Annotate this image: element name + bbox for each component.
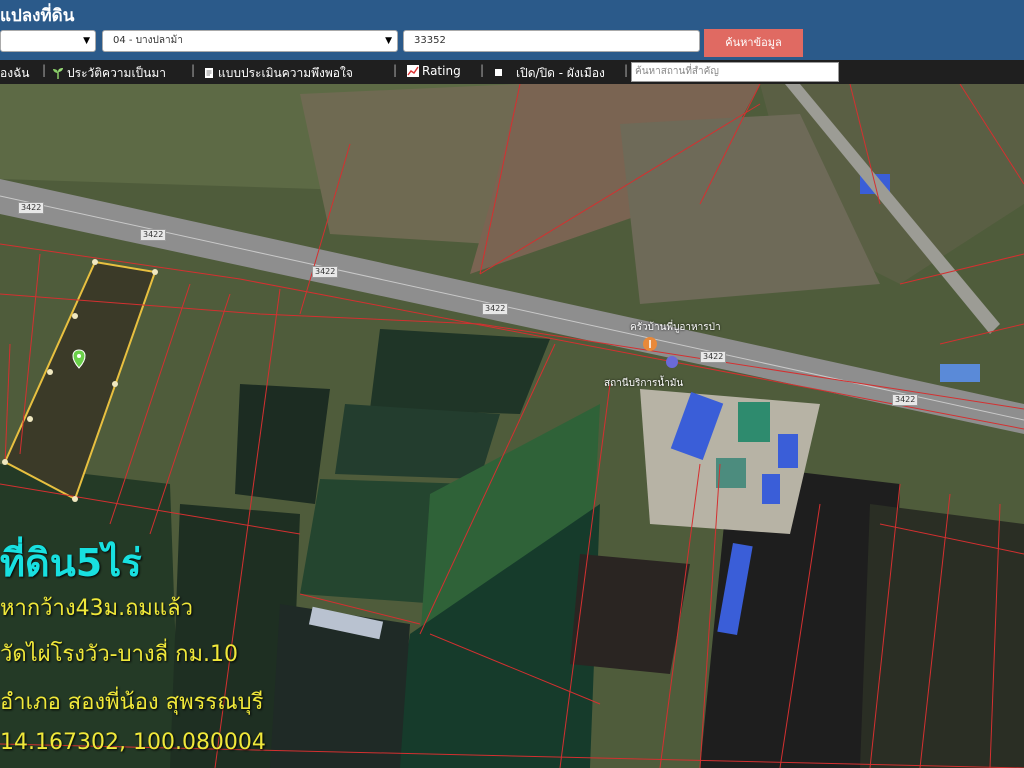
pond — [235, 384, 330, 504]
toolbar-item-rating-label: Rating — [422, 64, 461, 78]
building-roof — [778, 434, 798, 468]
toolbar-divider: | — [191, 63, 196, 77]
overlay-coordinates: 14.167302, 100.080004 — [0, 730, 266, 755]
page-title: แปลงที่ดิน — [0, 6, 75, 26]
building-roof — [940, 364, 980, 382]
toolbar-item-rating[interactable]: Rating — [407, 64, 461, 78]
toolbar-divider: | — [624, 63, 629, 77]
road-label-3422: 3422 — [482, 303, 509, 315]
field-area — [860, 504, 1024, 768]
pond — [370, 329, 550, 414]
toolbar-item-zoning-toggle[interactable]: เปิด/ปิด - ผังเมือง — [493, 64, 605, 83]
chevron-down-icon: ▼ — [385, 36, 392, 46]
place-search-input[interactable]: ค้นหาสถานที่สำคัญ — [631, 62, 839, 82]
overlay-line-4: อำเภอ สองพี่น้อง สุพรรณบุรี — [0, 690, 264, 715]
gas-station-pin-icon[interactable] — [666, 356, 678, 368]
chart-icon — [407, 65, 419, 77]
toolbar: องฉัน | ประวัติความเป็นมา | แบบประเมินคว… — [0, 60, 1024, 84]
building-roof — [738, 402, 770, 442]
parcel-number-value: 33352 — [414, 35, 446, 46]
toolbar-divider: | — [480, 63, 485, 77]
parcel-number-input[interactable]: 33352 — [403, 30, 700, 52]
toolbar-divider: | — [393, 63, 398, 77]
restaurant-pin-icon[interactable] — [643, 337, 657, 351]
overlay-line-3: วัดไผ่โรงวัว-บางลี่ กม.10 — [0, 642, 238, 667]
chevron-down-icon: ▼ — [83, 36, 90, 46]
toolbar-item-history[interactable]: ประวัติความเป็นมา — [52, 64, 166, 83]
building-roof — [762, 474, 780, 504]
document-icon — [205, 68, 213, 78]
district-select[interactable]: 04 - บางปลาม้า ▼ — [102, 30, 398, 52]
toolbar-divider: | — [42, 63, 47, 77]
province-select[interactable]: ▼ — [0, 30, 96, 52]
road-label-3422: 3422 — [140, 229, 167, 241]
building-roof — [716, 458, 746, 488]
poi-label-gas-station[interactable]: สถานีบริการน้ำมัน — [604, 376, 683, 391]
toolbar-item-zoning-label: เปิด/ปิด - ผังเมือง — [516, 66, 605, 80]
district-select-value: 04 - บางปลาม้า — [113, 35, 183, 46]
overlay-title: ที่ดิน5ไร่ — [0, 541, 142, 585]
toolbar-item-my-location[interactable]: องฉัน — [0, 64, 29, 83]
poi-label-restaurant[interactable]: ครัวบ้านพี่บูอาหารป่า — [630, 320, 721, 335]
place-search-placeholder: ค้นหาสถานที่สำคัญ — [635, 66, 719, 77]
toolbar-item-history-label: ประวัติความเป็นมา — [67, 66, 167, 80]
road-label-3422: 3422 — [18, 202, 45, 214]
search-button[interactable]: ค้นหาข้อมูล — [704, 29, 803, 57]
toolbar-item-survey[interactable]: แบบประเมินความพึงพอใจ — [203, 64, 353, 83]
toolbar-item-survey-label: แบบประเมินความพึงพอใจ — [218, 66, 353, 80]
overlay-line-2: หากว้าง43ม.ถมแล้ว — [0, 596, 193, 621]
road-label-3422: 3422 — [312, 266, 339, 278]
sprout-icon — [53, 68, 63, 79]
pond — [570, 554, 690, 674]
pond — [335, 404, 500, 479]
road-label-3422: 3422 — [700, 351, 727, 363]
road-label-3422: 3422 — [892, 394, 919, 406]
square-icon — [495, 69, 502, 76]
header-bar: แปลงที่ดิน ▼ 04 - บางปลาม้า ▼ 33352 ค้นห… — [0, 0, 1024, 60]
